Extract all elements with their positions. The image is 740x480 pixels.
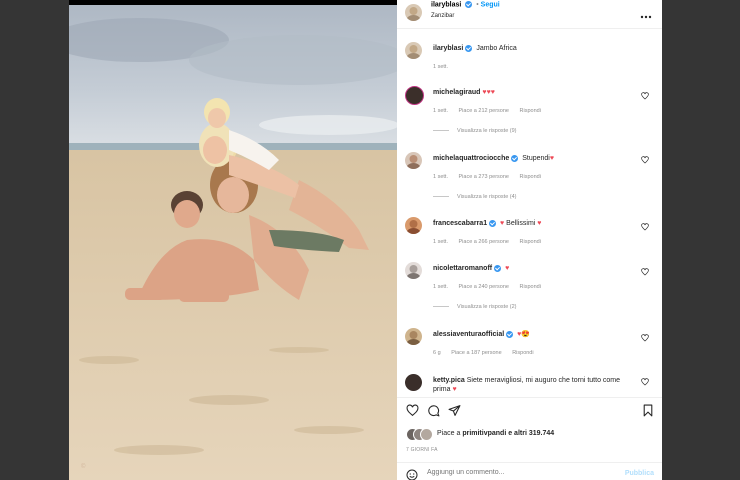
comment-time: 1 sett. xyxy=(433,239,448,245)
heart-emoji: ♥ xyxy=(537,220,542,227)
more-horizontal-icon[interactable] xyxy=(640,6,652,24)
liked-by: Piace a primitivpandi e altri 319.744 xyxy=(437,430,555,437)
comment-likes[interactable]: Piace a 240 persone xyxy=(459,284,509,290)
verified-icon xyxy=(465,1,473,8)
heart-emoji: ♥ xyxy=(505,265,510,272)
view-replies[interactable]: Visualizza le risposte (2) xyxy=(433,304,517,310)
caption-text: Jambo Africa xyxy=(476,45,517,52)
comment-time: 1 sett. xyxy=(433,284,448,290)
heart-outline-icon[interactable] xyxy=(641,378,649,386)
bookmark-icon[interactable] xyxy=(642,404,654,417)
post-side-panel: ilaryblasi • Segui Zanzibar ilaryblasi J… xyxy=(397,0,662,480)
heart-eyes-emoji: 😍 xyxy=(521,331,531,338)
comment-icon[interactable] xyxy=(427,404,440,417)
reply-button[interactable]: Rispondi xyxy=(512,350,533,356)
comment-username[interactable]: alessiaventuraofficial xyxy=(433,331,504,338)
heart-outline-icon[interactable] xyxy=(641,223,649,231)
avatar[interactable] xyxy=(405,217,422,234)
liked-by-avatars xyxy=(406,428,436,441)
liked-by-user[interactable]: primitivpandi xyxy=(462,430,506,437)
post-date[interactable]: 7 GIORNI FA xyxy=(406,447,438,453)
avatar[interactable] xyxy=(405,374,422,391)
reply-button[interactable]: Rispondi xyxy=(520,239,541,245)
comment-username[interactable]: michelagiraud xyxy=(433,89,480,96)
post-actions: Piace a primitivpandi e altri 319.744 7 … xyxy=(397,397,662,480)
comment-time: 6 g xyxy=(433,350,441,356)
view-replies[interactable]: Visualizza le risposte (4) xyxy=(433,194,517,200)
avatar xyxy=(420,428,433,441)
post-photo[interactable]: © xyxy=(69,0,397,480)
comment-username[interactable]: francescabarra1 xyxy=(433,220,487,227)
heart-outline-icon[interactable] xyxy=(641,92,649,100)
svg-text:©: © xyxy=(81,463,86,470)
comment-likes[interactable]: Piace a 212 persone xyxy=(459,108,509,114)
comment-likes[interactable]: Piace a 273 persone xyxy=(459,174,509,180)
heart-emoji: ♥ xyxy=(549,155,554,162)
verified-icon xyxy=(494,264,502,272)
emoji-icon[interactable] xyxy=(406,469,418,480)
avatar[interactable] xyxy=(405,152,422,169)
likes-count[interactable]: e altri 319.744 xyxy=(508,430,554,437)
verified-icon xyxy=(511,154,519,162)
heart-outline-icon[interactable] xyxy=(641,156,649,164)
post-comment-button[interactable]: Pubblica xyxy=(625,470,654,477)
comment-text: ♥♥♥ xyxy=(482,89,495,96)
heart-outline-icon[interactable] xyxy=(641,268,649,276)
view-replies[interactable]: Visualizza le risposte (9) xyxy=(433,128,517,134)
comment-item: ketty.pica Siete meravigliosi, mi auguro… xyxy=(405,374,655,396)
post-modal: © ilaryblasi • Segui Zanzibar ilaryblasi… xyxy=(69,0,662,480)
comment-likes[interactable]: Piace a 266 persone xyxy=(459,239,509,245)
comment-username[interactable]: ketty.pica xyxy=(433,377,465,384)
header-username[interactable]: ilaryblasi xyxy=(431,1,461,8)
avatar[interactable] xyxy=(405,86,424,105)
heart-emoji: ♥ xyxy=(500,220,505,227)
comment-time: 1 sett. xyxy=(433,108,448,114)
beach-photo-illustration: © xyxy=(69,0,397,480)
avatar[interactable] xyxy=(405,4,422,21)
post-location[interactable]: Zanzibar xyxy=(431,13,454,19)
follow-button[interactable]: Segui xyxy=(481,1,500,8)
comment-username[interactable]: nicolettaromanoff xyxy=(433,265,492,272)
share-icon[interactable] xyxy=(448,404,461,417)
comment-input[interactable] xyxy=(427,469,597,476)
avatar[interactable] xyxy=(405,262,422,279)
comment-box: Pubblica xyxy=(397,462,662,480)
comment-time: 1 sett. xyxy=(433,174,448,180)
caption-time: 1 sett. xyxy=(433,64,448,70)
comment-likes[interactable]: Piace a 187 persone xyxy=(451,350,501,356)
reply-button[interactable]: Rispondi xyxy=(520,174,541,180)
avatar[interactable] xyxy=(405,42,422,59)
comment-text: Bellissimi xyxy=(506,220,536,227)
comment-text: Stupendi xyxy=(522,155,550,162)
verified-icon xyxy=(506,330,514,338)
like-icon[interactable] xyxy=(406,404,419,417)
post-header: ilaryblasi • Segui Zanzibar xyxy=(397,0,662,29)
verified-icon xyxy=(465,44,473,52)
reply-button[interactable]: Rispondi xyxy=(520,284,541,290)
caption-username[interactable]: ilaryblasi xyxy=(433,45,463,52)
heart-emoji: ♥ xyxy=(452,386,457,393)
verified-icon xyxy=(489,219,497,227)
reply-button[interactable]: Rispondi xyxy=(520,108,541,114)
heart-outline-icon[interactable] xyxy=(641,334,649,342)
comment-username[interactable]: michelaquattrociocche xyxy=(433,155,509,162)
avatar[interactable] xyxy=(405,328,422,345)
